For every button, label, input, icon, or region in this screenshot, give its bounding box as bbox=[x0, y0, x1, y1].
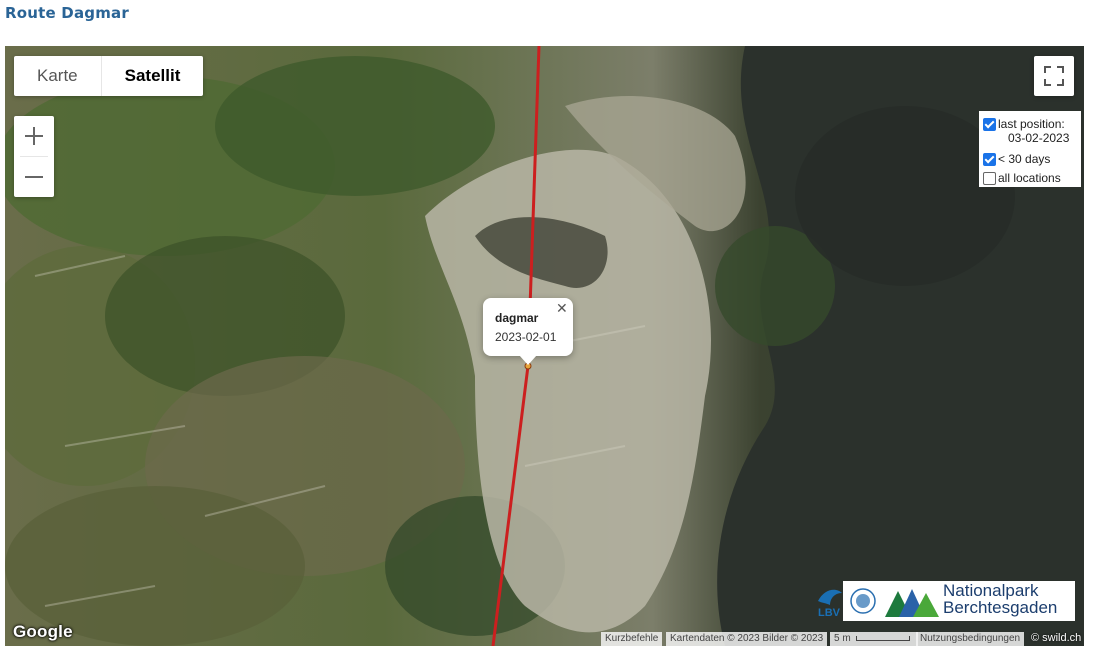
lbv-text: LBV bbox=[818, 607, 840, 619]
nationalpark-logo: Nationalpark Berchtesgaden bbox=[843, 581, 1075, 621]
map-type-karte-button[interactable]: Karte bbox=[14, 56, 101, 96]
lbv-logo: LBV bbox=[816, 583, 844, 621]
close-icon[interactable]: ✕ bbox=[556, 300, 568, 317]
fullscreen-icon bbox=[1044, 66, 1064, 86]
legend-last-position[interactable]: last position: 03-02-2023 bbox=[983, 117, 1069, 145]
info-name: dagmar bbox=[495, 311, 539, 325]
plus-icon bbox=[25, 127, 43, 145]
minus-icon bbox=[25, 168, 43, 186]
info-date: 2023-02-01 bbox=[495, 330, 557, 344]
google-logo[interactable]: Google bbox=[13, 622, 73, 642]
fullscreen-button[interactable] bbox=[1034, 56, 1074, 96]
zoom-out-button[interactable] bbox=[14, 157, 54, 197]
zoom-control bbox=[14, 116, 54, 197]
all-locations-checkbox[interactable] bbox=[983, 172, 996, 185]
map-data-attribution[interactable]: Kartendaten © 2023 Bilder © 2023 bbox=[666, 632, 828, 646]
zoom-in-button[interactable] bbox=[14, 116, 54, 156]
all-locations-label: all locations bbox=[998, 171, 1061, 185]
source-credit: © swild.ch bbox=[1031, 632, 1082, 644]
marker-info-window: ✕ dagmar 2023-02-01 bbox=[483, 298, 573, 365]
scale-bar bbox=[856, 635, 911, 641]
last-position-label: last position: bbox=[998, 117, 1065, 131]
projekt-seal-icon bbox=[850, 588, 876, 614]
map[interactable]: Karte Satellit last position: 03-02-2023… bbox=[5, 46, 1084, 646]
mountains-icon bbox=[885, 589, 939, 617]
30-days-label: < 30 days bbox=[998, 152, 1051, 166]
last-position-date: 03-02-2023 bbox=[1008, 131, 1070, 145]
legend-30-days[interactable]: < 30 days bbox=[983, 152, 1050, 166]
map-type-satellit-button[interactable]: Satellit bbox=[100, 56, 204, 96]
legend-all-locations[interactable]: all locations bbox=[983, 171, 1061, 185]
30-days-checkbox[interactable] bbox=[983, 153, 996, 166]
scale-control[interactable]: 5 m bbox=[830, 632, 918, 646]
page-title: Route Dagmar bbox=[5, 4, 129, 22]
last-position-checkbox[interactable] bbox=[983, 118, 996, 131]
map-type-control: Karte Satellit bbox=[14, 56, 204, 96]
scale-label: 5 m bbox=[834, 633, 851, 644]
keyboard-shortcuts-link[interactable]: Kurzbefehle bbox=[601, 632, 663, 646]
layer-legend: last position: 03-02-2023 < 30 days all … bbox=[979, 111, 1081, 187]
terms-link[interactable]: Nutzungsbedingungen bbox=[916, 632, 1025, 646]
berchtesgaden-text: Berchtesgaden bbox=[943, 598, 1058, 617]
